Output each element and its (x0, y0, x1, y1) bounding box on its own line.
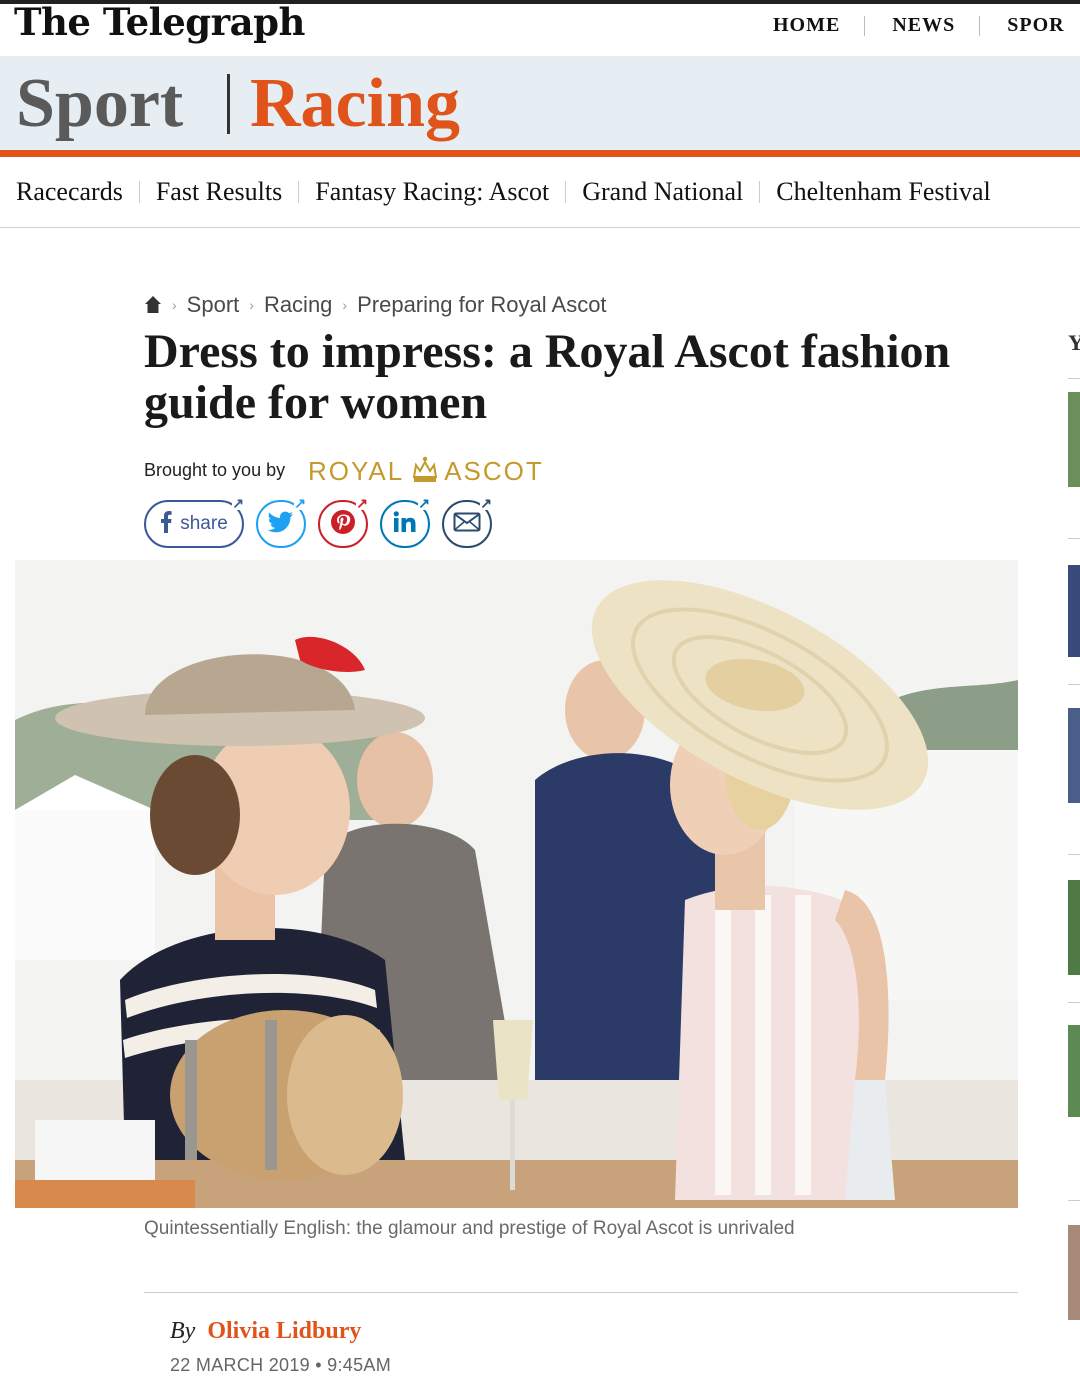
byline: By Olivia Lidbury (170, 1318, 361, 1345)
facebook-share-button[interactable]: share ↗ (144, 496, 244, 548)
section-title-racing[interactable]: Racing (250, 64, 460, 144)
rail-thumbnail[interactable] (1068, 1225, 1080, 1320)
email-icon (453, 512, 481, 537)
external-arrow-icon: ↗ (356, 495, 368, 511)
twitter-icon (267, 511, 294, 538)
facebook-icon (160, 510, 172, 538)
subnav-fantasy-racing[interactable]: Fantasy Racing: Ascot (315, 177, 549, 207)
rail-thumbnail[interactable] (1068, 880, 1080, 975)
rail-divider (1068, 538, 1080, 539)
section-title-sport[interactable]: Sport (16, 64, 183, 144)
site-logo[interactable]: The Telegraph (14, 0, 305, 44)
subnav-separator (759, 181, 761, 203)
rail-divider (1068, 378, 1080, 379)
subnav-fast-results[interactable]: Fast Results (156, 177, 282, 207)
nav-home[interactable]: HOME (773, 14, 840, 37)
sponsor-logo[interactable]: ROYAL ASCOT (308, 455, 544, 487)
rail-divider (1068, 854, 1080, 855)
breadcrumb-sport[interactable]: Sport (187, 292, 240, 318)
right-rail: Y (1068, 330, 1080, 1330)
chevron-right-icon: › (172, 297, 177, 313)
byline-prefix: By (170, 1318, 196, 1344)
byline-divider (144, 1292, 1018, 1293)
subnav-grand-national[interactable]: Grand National (582, 177, 743, 207)
linkedin-share-button[interactable]: ↗ (380, 496, 430, 548)
sponsor-logo-left: ROYAL (308, 456, 405, 486)
rail-thumbnail[interactable] (1068, 1025, 1080, 1117)
email-share-button[interactable]: ↗ (442, 496, 492, 548)
sponsor-logo-right: ASCOT (444, 456, 544, 486)
external-arrow-icon: ↗ (480, 495, 492, 511)
rail-thumbnail[interactable] (1068, 565, 1080, 657)
nav-news[interactable]: NEWS (892, 14, 955, 37)
nav-separator (864, 15, 866, 36)
nav-separator (979, 15, 981, 36)
subnav-separator (565, 181, 567, 203)
article-headline: Dress to impress: a Royal Ascot fashion … (144, 325, 951, 429)
sponsor-label: Brought to you by (144, 460, 286, 480)
subnav-racecards[interactable]: Racecards (16, 177, 123, 207)
external-arrow-icon: ↗ (232, 495, 244, 511)
nav-sport[interactable]: SPOR (1007, 14, 1064, 37)
rail-thumbnail[interactable] (1068, 708, 1080, 803)
sub-navigation: Racecards Fast Results Fantasy Racing: A… (0, 157, 1080, 228)
rail-heading: Y (1068, 330, 1080, 355)
publish-date: 22 MARCH 2019 • 9:45AM (170, 1355, 392, 1375)
pinterest-share-button[interactable]: ↗ (318, 496, 368, 548)
subnav-cheltenham[interactable]: Cheltenham Festival (776, 177, 990, 207)
external-arrow-icon: ↗ (294, 495, 306, 511)
share-buttons: share ↗ ↗ ↗ ↗ ↗ (144, 496, 492, 548)
home-icon[interactable] (144, 295, 162, 315)
top-navigation: HOME NEWS SPOR (773, 14, 1065, 37)
subnav-separator (298, 181, 300, 203)
rail-divider (1068, 1002, 1080, 1003)
breadcrumb-racing[interactable]: Racing (264, 292, 332, 318)
rail-thumbnail[interactable] (1068, 392, 1080, 487)
rail-divider (1068, 1200, 1080, 1201)
chevron-right-icon: › (342, 297, 348, 313)
linkedin-icon (393, 510, 417, 538)
rail-divider (1068, 684, 1080, 685)
section-divider (227, 74, 230, 134)
external-arrow-icon: ↗ (418, 495, 430, 511)
section-header: Sport Racing (0, 56, 1080, 150)
section-accent-rule (0, 150, 1080, 157)
twitter-share-button[interactable]: ↗ (256, 496, 306, 548)
crown-icon (413, 456, 438, 482)
chevron-right-icon: › (249, 297, 254, 313)
image-caption: Quintessentially English: the glamour an… (144, 1218, 795, 1239)
author-link[interactable]: Olivia Lidbury (207, 1318, 361, 1344)
hero-image (15, 560, 1018, 1208)
masthead: The Telegraph HOME NEWS SPOR (0, 0, 1080, 56)
share-label: share (180, 513, 228, 534)
subnav-separator (138, 181, 140, 203)
pinterest-icon (330, 509, 356, 540)
breadcrumb-current[interactable]: Preparing for Royal Ascot (357, 292, 606, 318)
breadcrumb: › Sport › Racing › Preparing for Royal A… (144, 292, 607, 318)
